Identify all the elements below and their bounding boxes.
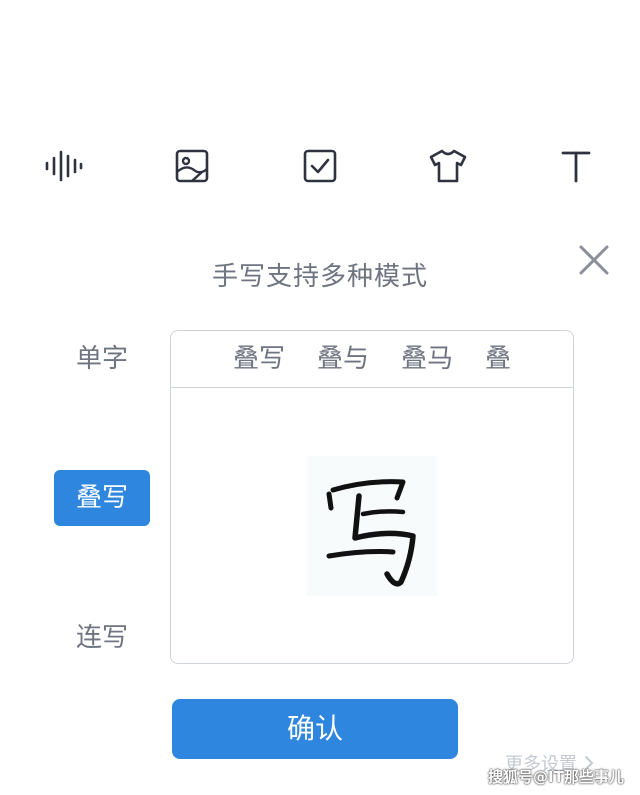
candidate-item[interactable]: 叠与 [317,331,369,387]
tshirt-icon [429,149,467,183]
watermark: 搜狐号@IT那些事儿 [488,768,624,786]
text-button[interactable] [556,146,596,186]
handwriting-preview: 叠写 叠与 叠马 叠 [170,330,574,664]
mode-single-char[interactable]: 单字 [54,331,150,387]
close-button[interactable] [574,240,614,280]
handwritten-strokes [326,479,416,587]
mode-overlap-write[interactable]: 叠写 [54,470,150,526]
panel-title: 手写支持多种模式 [211,262,428,292]
close-icon [579,245,609,275]
image-button[interactable] [172,146,212,186]
mode-continuous-write[interactable]: 连写 [54,610,150,666]
candidate-item[interactable]: 叠写 [233,331,285,387]
confirm-button[interactable]: 确认 [172,699,458,759]
checklist-button[interactable] [300,146,340,186]
skin-button[interactable] [428,146,468,186]
checkbox-icon [303,149,337,183]
candidate-bar: 叠写 叠与 叠马 叠 [171,331,573,388]
voice-wave-icon [45,150,83,182]
candidate-item[interactable]: 叠 [485,331,511,387]
candidate-item[interactable]: 叠马 [401,331,453,387]
image-icon [175,149,209,183]
handwritten-character [307,456,437,596]
text-icon [561,151,591,183]
voice-input-button[interactable] [44,146,84,186]
